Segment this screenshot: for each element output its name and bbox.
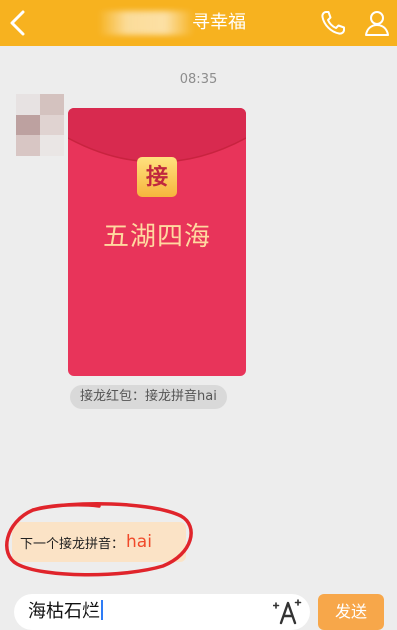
back-button[interactable] bbox=[4, 8, 32, 38]
font-style-icon bbox=[272, 599, 302, 625]
send-button[interactable]: 发送 bbox=[318, 594, 384, 630]
red-packet-word: 五湖四海 bbox=[102, 222, 211, 252]
profile-button[interactable] bbox=[362, 8, 392, 38]
sender-avatar[interactable] bbox=[16, 94, 64, 156]
next-pinyin-value: hai bbox=[126, 532, 152, 552]
title-redacted-area bbox=[98, 11, 194, 35]
next-pinyin-hint: 下一个接龙拼音： hai bbox=[12, 522, 186, 562]
text-caret bbox=[101, 600, 103, 620]
next-pinyin-label: 下一个接龙拼音： bbox=[20, 536, 125, 552]
chevron-left-icon bbox=[10, 10, 25, 36]
red-packet-caption: 接龙红包：接龙拼音hai bbox=[70, 385, 227, 409]
red-packet-seal: 接 bbox=[137, 157, 177, 197]
message-timestamp: 08:35 bbox=[179, 72, 218, 87]
font-style-button[interactable] bbox=[272, 598, 303, 626]
call-button[interactable] bbox=[318, 8, 348, 38]
message-input-value: 海枯石烂 bbox=[28, 601, 100, 622]
chat-header: 寻幸福 bbox=[0, 0, 397, 46]
person-icon bbox=[365, 11, 389, 36]
red-packet-card[interactable]: 接 五湖四海 bbox=[68, 108, 246, 376]
chat-title: 寻幸福 bbox=[192, 12, 246, 33]
message-input-text[interactable]: 海枯石烂 bbox=[28, 599, 103, 625]
phone-icon bbox=[321, 11, 345, 35]
